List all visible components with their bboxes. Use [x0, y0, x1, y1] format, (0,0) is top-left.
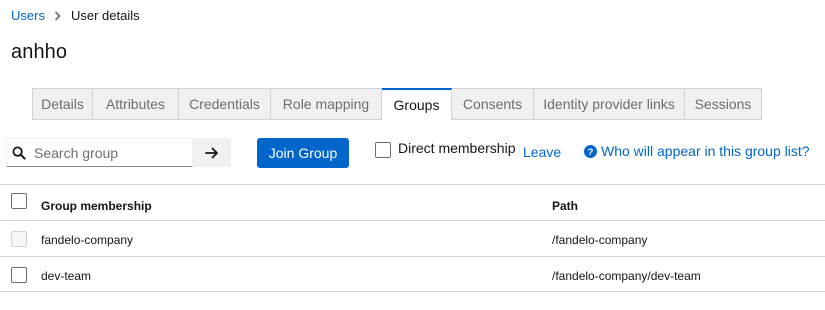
direct-membership-label: Direct membership: [398, 140, 516, 156]
tab-details[interactable]: Details: [32, 88, 93, 120]
search-icon: [12, 146, 26, 160]
group-path: /fandelo-company: [552, 233, 648, 247]
group-name: dev-team: [41, 269, 92, 283]
column-header-path: Path: [552, 199, 579, 213]
tab-role-mapping[interactable]: Role mapping: [271, 88, 382, 120]
tab-attributes[interactable]: Attributes: [93, 88, 179, 120]
question-circle-icon: ?: [584, 144, 597, 158]
table-row: fandelo-company /fandelo-company: [0, 220, 825, 256]
row-checkbox[interactable]: [11, 267, 27, 283]
page-title: anhho: [11, 41, 68, 63]
tab-consents[interactable]: Consents: [452, 88, 534, 120]
leave-button[interactable]: Leave: [523, 144, 561, 160]
group-name: fandelo-company: [41, 233, 134, 247]
group-membership-table: Group membership Path fandelo-company /f…: [0, 184, 825, 292]
group-list-help-link[interactable]: ? Who will appear in this group list?: [584, 143, 810, 159]
direct-membership-toggle[interactable]: Direct membership: [375, 140, 516, 158]
chevron-right-icon: [54, 10, 61, 21]
search-box: [6, 138, 193, 167]
breadcrumb-current: User details: [70, 8, 140, 23]
group-path: /fandelo-company/dev-team: [552, 269, 701, 283]
arrow-right-icon: [205, 147, 219, 159]
tab-groups[interactable]: Groups: [382, 88, 452, 120]
table-row: dev-team /fandelo-company/dev-team: [0, 256, 825, 292]
search-submit-button[interactable]: [193, 138, 231, 167]
join-group-button[interactable]: Join Group: [257, 138, 349, 168]
direct-membership-checkbox[interactable]: [375, 142, 391, 158]
select-all-checkbox[interactable]: [11, 193, 27, 209]
search-input[interactable]: [34, 144, 184, 161]
column-header-group-membership: Group membership: [41, 199, 152, 213]
tab-credentials[interactable]: Credentials: [179, 88, 271, 120]
table-header-row: Group membership Path: [0, 184, 825, 220]
toolbar: Join Group Direct membership Leave ? Who…: [0, 138, 825, 168]
tab-bar: Details Attributes Credentials Role mapp…: [32, 88, 762, 120]
breadcrumb-users-link[interactable]: Users: [11, 8, 45, 23]
breadcrumb: Users User details: [11, 8, 140, 23]
svg-text:?: ?: [588, 147, 594, 158]
row-checkbox: [11, 231, 27, 247]
tab-identity-provider-links[interactable]: Identity provider links: [534, 88, 685, 120]
tab-sessions[interactable]: Sessions: [685, 88, 762, 120]
help-link-label: Who will appear in this group list?: [601, 143, 810, 159]
